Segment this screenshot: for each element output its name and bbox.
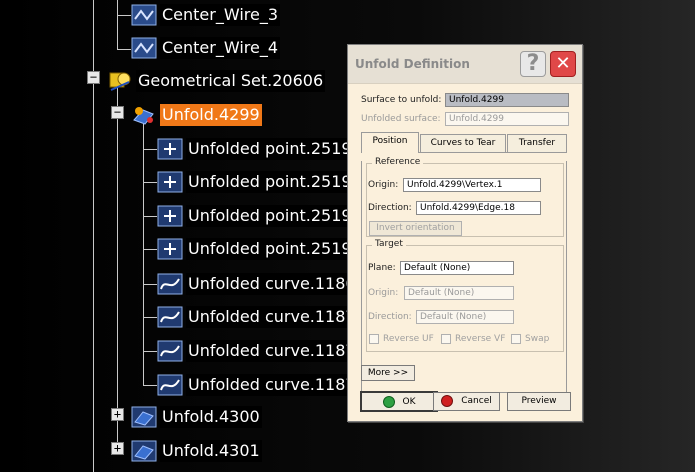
unfold-icon (131, 104, 157, 126)
swap-checkbox[interactable]: Swap (511, 334, 549, 344)
wire-icon (131, 4, 157, 26)
tree-node-unfolded-curve-11871[interactable]: Unfolded curve.11871 (157, 340, 368, 362)
unfold-icon (131, 440, 157, 462)
target-origin-field[interactable]: Default (None) (404, 286, 514, 300)
tree-node-center-wire-4[interactable]: Center_Wire_4 (131, 37, 281, 59)
tree-node-unfolded-curve-11869[interactable]: Unfolded curve.11869 (157, 273, 368, 295)
reference-direction-field[interactable]: Unfold.4299\Edge.18 (416, 201, 541, 215)
tab-transfer[interactable]: Transfer (507, 134, 567, 153)
tree-node-label: Unfolded point.25193 (186, 138, 364, 160)
tree-node-label: Unfolded point.25196 (186, 238, 364, 260)
unfolded-surface-label: Unfolded surface: (361, 114, 441, 124)
help-button[interactable]: ? (520, 51, 546, 77)
ok-button[interactable]: OK (360, 391, 438, 412)
expand-toggle[interactable]: + (111, 408, 124, 421)
reference-direction-label: Direction: (368, 203, 412, 213)
invert-orientation-button[interactable]: Invert orientation (369, 221, 462, 236)
tree-node-center-wire-3[interactable]: Center_Wire_3 (131, 4, 281, 26)
tree-node-label: Center_Wire_4 (160, 37, 281, 59)
reverse-vf-checkbox[interactable]: Reverse VF (441, 334, 505, 344)
more-button[interactable]: More >> (361, 365, 415, 381)
curve-icon (157, 374, 183, 396)
reference-origin-field[interactable]: Unfold.4299\Vertex.1 (403, 178, 541, 192)
close-button[interactable]: ✕ (550, 51, 576, 77)
point-icon (157, 238, 183, 260)
checkbox-box (369, 334, 379, 344)
dialog-title: Unfold Definition (355, 57, 470, 71)
wire-icon (131, 37, 157, 59)
tree-node-unfolded-curve-11872[interactable]: Unfolded curve.11872 (157, 374, 368, 396)
tree-node-unfold-4301[interactable]: Unfold.4301 (131, 440, 262, 462)
point-icon (157, 171, 183, 193)
curve-icon (157, 273, 183, 295)
tree-node-label: Center_Wire_3 (160, 4, 281, 26)
curve-icon (157, 340, 183, 362)
swap-label: Swap (525, 334, 550, 344)
tree-node-label: Unfolded curve.11872 (186, 374, 368, 396)
tree-node-label: Unfolded point.25194 (186, 171, 364, 193)
tab-position[interactable]: Position (361, 132, 419, 153)
tree-node-label: Unfolded curve.11869 (186, 273, 368, 295)
geometrical-set-icon (107, 70, 133, 92)
target-plane-label: Plane: (368, 263, 396, 273)
surface-to-unfold-field[interactable]: Unfold.4299 (445, 93, 569, 107)
target-origin-label: Origin: (368, 288, 399, 298)
dialog-titlebar[interactable]: Unfold Definition ? ✕ (348, 45, 582, 84)
target-group-title: Target (372, 239, 406, 249)
cancel-button[interactable]: Cancel (433, 392, 500, 411)
tree-node-label: Geometrical Set.20606 (136, 70, 326, 92)
tree-node-label: Unfold.4299 (160, 104, 262, 126)
collapse-toggle[interactable]: − (87, 71, 100, 84)
tree-node-label: Unfolded curve.11871 (186, 340, 368, 362)
ok-icon (382, 395, 395, 408)
target-plane-field[interactable]: Default (None) (400, 261, 514, 275)
tree-node-unfolded-curve-11870[interactable]: Unfolded curve.11870 (157, 306, 368, 328)
reverse-vf-label: Reverse VF (455, 334, 506, 344)
tree-node-label: Unfolded curve.11870 (186, 306, 368, 328)
tree-node-label: Unfolded point.25195 (186, 205, 364, 227)
target-direction-field[interactable]: Default (None) (416, 310, 514, 324)
ok-label: OK (402, 397, 416, 407)
preview-button[interactable]: Preview (507, 392, 571, 411)
reverse-uf-label: Reverse UF (383, 334, 434, 344)
target-direction-label: Direction: (368, 312, 412, 322)
reference-group-title: Reference (372, 157, 424, 167)
tree-node-unfold-4300[interactable]: Unfold.4300 (131, 406, 262, 428)
checkbox-box (511, 334, 521, 344)
expand-toggle[interactable]: + (111, 442, 124, 455)
tree-node-unfolded-point-25194[interactable]: Unfolded point.25194 (157, 171, 364, 193)
curve-icon (157, 306, 183, 328)
tree-node-unfolded-point-25196[interactable]: Unfolded point.25196 (157, 238, 364, 260)
cancel-label: Cancel (461, 396, 492, 406)
reverse-uf-checkbox[interactable]: Reverse UF (369, 334, 434, 344)
unfold-icon (131, 406, 157, 428)
collapse-toggle[interactable]: − (111, 106, 124, 119)
point-icon (157, 138, 183, 160)
tab-curves-to-tear[interactable]: Curves to Tear (420, 134, 506, 153)
cancel-icon (441, 394, 454, 407)
unfolded-surface-field[interactable]: Unfold.4299 (445, 112, 569, 126)
point-icon (157, 205, 183, 227)
tree-node-unfolded-point-25193[interactable]: Unfolded point.25193 (157, 138, 364, 160)
surface-to-unfold-label: Surface to unfold: (361, 95, 442, 105)
tree-node-unfolded-point-25195[interactable]: Unfolded point.25195 (157, 205, 364, 227)
tree-node-geometrical-set[interactable]: Geometrical Set.20606 (107, 70, 326, 92)
tree-node-label: Unfold.4301 (160, 440, 262, 462)
reference-origin-label: Origin: (368, 180, 399, 190)
checkbox-box (441, 334, 451, 344)
tree-node-unfold-4299[interactable]: Unfold.4299 (131, 104, 262, 126)
tree-node-label: Unfold.4300 (160, 406, 262, 428)
unfold-definition-dialog: Unfold Definition ? ✕ Surface to unfold:… (347, 44, 583, 422)
